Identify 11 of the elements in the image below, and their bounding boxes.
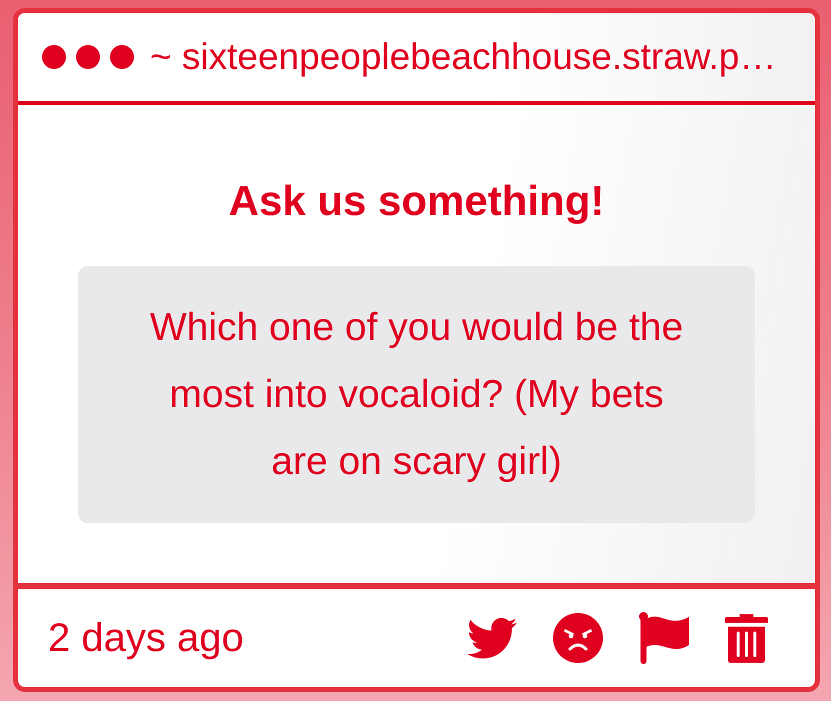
trash-icon[interactable] — [725, 614, 768, 662]
prompt-title: Ask us something! — [228, 176, 604, 226]
timestamp: 2 days ago — [48, 616, 244, 660]
dot-icon — [42, 45, 66, 69]
dot-icon — [110, 45, 134, 69]
bird-icon[interactable] — [467, 617, 517, 659]
dot-icon — [76, 45, 100, 69]
question-text: Which one of you would be the most into vocaloid? (My bets are on scary girl) — [148, 305, 684, 485]
site-address: ~ sixteenpeoplebeachhouse.straw.p… — [150, 36, 776, 78]
angry-face-icon[interactable] — [553, 613, 603, 663]
flag-icon[interactable] — [639, 612, 689, 664]
